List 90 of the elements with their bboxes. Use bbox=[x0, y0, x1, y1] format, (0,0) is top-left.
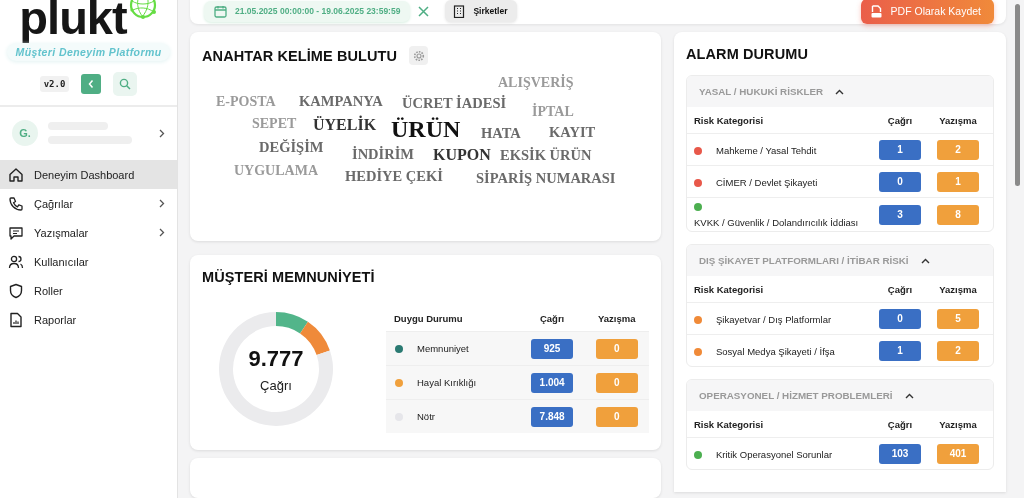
nav-item[interactable]: Yazışmalar bbox=[0, 218, 177, 247]
nav-item[interactable]: Çağrılar bbox=[0, 189, 177, 218]
count-badge: 3 bbox=[879, 204, 921, 225]
logo-text: plukt bbox=[19, 0, 127, 41]
column-header: Çağrı bbox=[539, 312, 565, 324]
search-icon bbox=[119, 78, 132, 90]
keyword: DEĞİŞİM bbox=[259, 139, 324, 155]
table-cell: Hayal Kırıklığı bbox=[417, 377, 477, 388]
keyword: ALIŞVERİŞ bbox=[498, 76, 574, 90]
column-header: Duygu Durumu bbox=[394, 312, 463, 324]
keyword: İNDİRİM bbox=[352, 146, 415, 162]
nav-item[interactable]: Roller bbox=[0, 276, 177, 305]
table-cell: Sosyal Medya Şikayeti / İfşa bbox=[716, 346, 835, 357]
keyword: ÜYELİK bbox=[313, 117, 377, 133]
column-header: Risk Kategorisi bbox=[694, 283, 764, 295]
table-cell: Kritik Operasyonel Sorunlar bbox=[716, 449, 833, 460]
calendar-icon bbox=[214, 4, 227, 18]
home-icon bbox=[8, 166, 24, 183]
count-badge: 0 bbox=[595, 338, 638, 359]
keyword: EKSİK ÜRÜN bbox=[500, 147, 592, 163]
count-badge: 0 bbox=[879, 308, 921, 329]
collapse-button[interactable] bbox=[81, 74, 102, 94]
total-value: 9.777 bbox=[248, 345, 304, 372]
column-header: Çağrı bbox=[887, 114, 913, 126]
settings-button[interactable] bbox=[409, 46, 429, 65]
keyword: HEDİYE ÇEKİ bbox=[345, 168, 443, 184]
message-icon bbox=[8, 224, 24, 241]
keyword: SİPARİŞ NUMARASI bbox=[476, 170, 616, 186]
total-label: Çağrı bbox=[260, 377, 292, 393]
count-badge: 7.848 bbox=[531, 406, 574, 427]
column-header: Yazışma bbox=[939, 418, 977, 430]
count-badge: 1 bbox=[879, 139, 921, 160]
companies-button[interactable]: Şirketler bbox=[445, 0, 518, 22]
table-cell: Memnuniyet bbox=[417, 343, 469, 354]
globe-icon bbox=[127, 0, 158, 20]
count-badge: 2 bbox=[937, 139, 979, 160]
count-badge: 0 bbox=[595, 406, 638, 427]
column-header: Yazışma bbox=[939, 283, 977, 295]
report-icon bbox=[8, 311, 24, 328]
search-button[interactable] bbox=[113, 72, 138, 96]
phone-icon bbox=[8, 195, 24, 212]
users-icon bbox=[8, 253, 24, 270]
card-title: ALARM DURUMU bbox=[686, 46, 809, 62]
keyword: SEPET bbox=[252, 117, 297, 131]
card-title: MÜŞTERİ MEMNUNİYETİ bbox=[202, 269, 376, 285]
version-label: v2.0 bbox=[39, 76, 70, 92]
count-badge: 925 bbox=[531, 338, 574, 359]
table-cell: KVKK / Güvenlik / Dolandırıcılık İddiası bbox=[694, 217, 859, 228]
count-badge: 1 bbox=[879, 340, 921, 361]
count-badge: 0 bbox=[595, 372, 638, 393]
nav-item[interactable]: Kullanıcılar bbox=[0, 247, 177, 276]
count-badge: 5 bbox=[937, 308, 979, 329]
table-cell: Mahkeme / Yasal Tehdit bbox=[716, 145, 817, 156]
count-badge: 0 bbox=[879, 171, 921, 192]
keyword: KUPON bbox=[433, 147, 491, 163]
settings-icon bbox=[412, 49, 425, 62]
nav-item[interactable]: Deneyim Dashboard bbox=[0, 160, 177, 189]
keyword: İPTAL bbox=[532, 105, 574, 119]
column-header: Çağrı bbox=[887, 283, 913, 295]
count-badge: 2 bbox=[937, 340, 979, 361]
keyword: KAYIT bbox=[549, 124, 596, 140]
keyword: UYGULAMA bbox=[234, 164, 318, 178]
column-header: Çağrı bbox=[887, 418, 913, 430]
keyword: ÜCRET İADESİ bbox=[402, 95, 507, 111]
building-icon bbox=[453, 4, 466, 18]
nav-item[interactable]: Raporlar bbox=[0, 305, 177, 334]
keyword: E-POSTA bbox=[216, 95, 276, 109]
count-badge: 1 bbox=[937, 171, 979, 192]
column-header: Risk Kategorisi bbox=[694, 418, 764, 430]
keyword: ÜRÜN bbox=[391, 117, 461, 141]
table-cell: Şikayetvar / Dış Platformlar bbox=[716, 314, 832, 325]
clear-button[interactable] bbox=[416, 3, 432, 19]
column-header: Risk Kategorisi bbox=[694, 114, 764, 126]
count-badge: 1.004 bbox=[531, 372, 574, 393]
column-header: Yazışma bbox=[939, 114, 977, 126]
scrollbar-thumb[interactable] bbox=[1015, 4, 1020, 186]
shield-icon bbox=[8, 282, 24, 299]
chevron-right-icon bbox=[159, 128, 165, 138]
column-header: Yazışma bbox=[597, 312, 636, 324]
card-title: ANAHTAR KELİME BULUTU bbox=[202, 47, 398, 64]
table-cell: CİMER / Devlet Şikayeti bbox=[716, 177, 818, 188]
chevron-left-icon bbox=[87, 79, 96, 89]
platform-tagline: Müşteri Deneyim Platformu bbox=[6, 43, 171, 61]
keyword: HATA bbox=[481, 125, 521, 141]
table-cell: Nötr bbox=[417, 411, 435, 422]
count-badge: 401 bbox=[937, 443, 979, 464]
pdf-file-icon bbox=[870, 4, 882, 18]
keyword: KAMPANYA bbox=[299, 93, 383, 109]
count-badge: 103 bbox=[879, 443, 921, 464]
count-badge: 8 bbox=[937, 204, 979, 225]
